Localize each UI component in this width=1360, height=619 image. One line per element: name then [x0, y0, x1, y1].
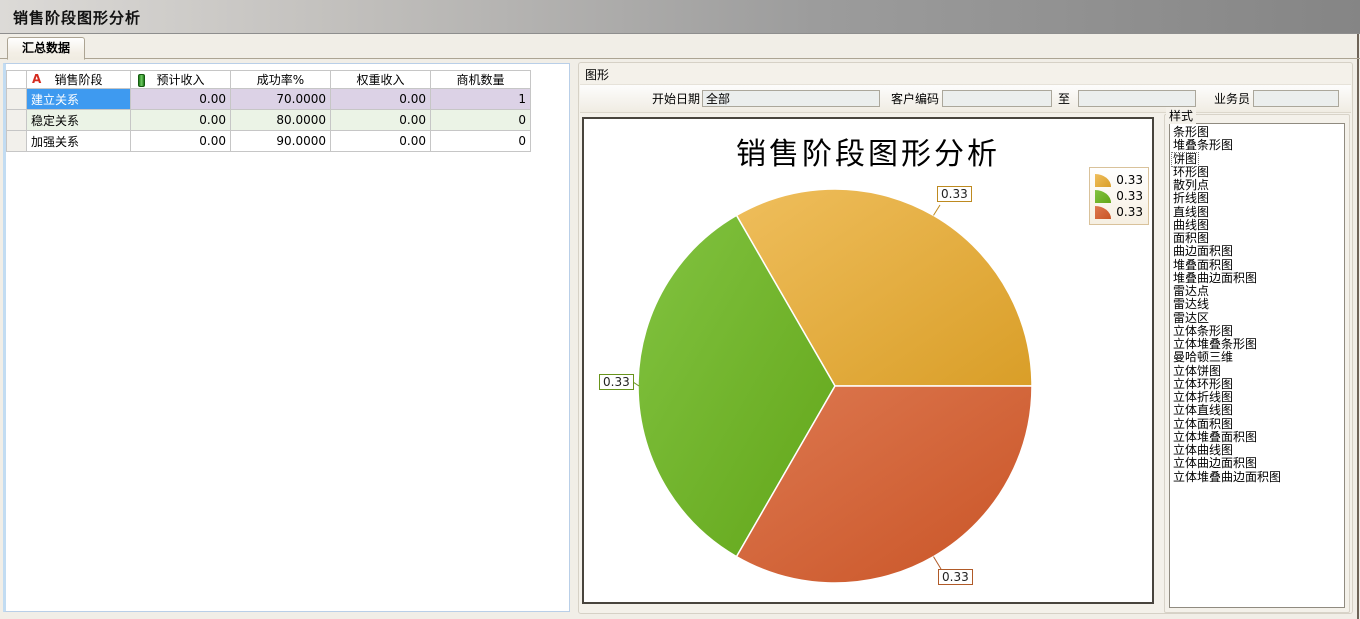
column-header-count[interactable]: 商机数量	[431, 71, 531, 89]
style-list-item[interactable]: 折线图	[1172, 192, 1210, 205]
style-list-item[interactable]: 面积图	[1172, 232, 1210, 245]
style-list-item[interactable]: 立体环形图	[1172, 378, 1234, 391]
app-window: { "window_title": "销售阶段图形分析", "tab": { "…	[0, 0, 1360, 619]
table-row: 加强关系 0.00 90.0000 0.00 0	[7, 131, 531, 152]
table-header-row: A 销售阶段 预计收入 成功率% 权重收入 商机数量	[7, 71, 531, 89]
legend-value: 0.33	[1116, 189, 1143, 203]
tabbar-divider	[0, 58, 1360, 59]
summary-grid-panel: A 销售阶段 预计收入 成功率% 权重收入 商机数量 建立关系 0.00 70.…	[3, 63, 570, 612]
style-list-item[interactable]: 立体直线图	[1172, 404, 1234, 417]
cell-stage[interactable]: 稳定关系	[27, 110, 131, 131]
column-header-label: 预计收入	[156, 73, 204, 87]
style-list-item[interactable]: 立体饼图	[1172, 365, 1222, 378]
style-list-item[interactable]: 立体曲边面积图	[1172, 457, 1258, 470]
style-list-item[interactable]: 条形图	[1172, 126, 1210, 139]
legend-row: 0.33	[1095, 204, 1143, 220]
styles-group: 样式 条形图堆叠条形图饼图环形图散列点折线图直线图曲线图面积图曲边面积图堆叠面积…	[1164, 107, 1350, 613]
chart-legend: 0.33 0.33 0.33	[1089, 167, 1149, 225]
style-list-item[interactable]: 曲线图	[1172, 219, 1210, 232]
cell-expected[interactable]: 0.00	[131, 89, 231, 110]
column-header-weighted[interactable]: 权重收入	[331, 71, 431, 89]
slice-label-green: 0.33	[599, 374, 634, 390]
pie-chart-area: 销售阶段图形分析 0.33 0.33 0.33 0.33 0.33 0.33	[582, 117, 1154, 604]
table-row: 建立关系 0.00 70.0000 0.00 1	[7, 89, 531, 110]
range-to-label: 至	[1058, 90, 1070, 107]
legend-value: 0.33	[1116, 173, 1143, 187]
cell-expected[interactable]: 0.00	[131, 110, 231, 131]
style-list-item[interactable]: 立体堆叠曲边面积图	[1172, 471, 1282, 484]
table-row: 稳定关系 0.00 80.0000 0.00 0	[7, 110, 531, 131]
legend-value: 0.33	[1116, 205, 1143, 219]
style-list-item[interactable]: 堆叠曲边面积图	[1172, 272, 1258, 285]
salesman-label: 业务员	[1210, 90, 1250, 107]
cell-weighted[interactable]: 0.00	[331, 89, 431, 110]
cell-stage-selected[interactable]: 建立关系	[27, 89, 131, 110]
cell-success[interactable]: 80.0000	[231, 110, 331, 131]
column-header-label: 销售阶段	[54, 73, 102, 87]
style-list-item[interactable]: 立体堆叠条形图	[1172, 338, 1258, 351]
green-bar-field-icon	[138, 74, 145, 87]
customer-code-to-input[interactable]	[1078, 90, 1196, 107]
style-list-item[interactable]: 环形图	[1172, 166, 1210, 179]
column-header-success[interactable]: 成功率%	[231, 71, 331, 89]
red-a-sort-icon: A	[32, 72, 41, 86]
style-list-item[interactable]: 曲边面积图	[1172, 245, 1234, 258]
row-selector-header[interactable]	[7, 71, 27, 89]
graph-group-label: 图形	[585, 66, 609, 83]
style-list-item[interactable]: 立体堆叠面积图	[1172, 431, 1258, 444]
legend-row: 0.33	[1095, 188, 1143, 204]
legend-swatch-green-icon	[1095, 190, 1111, 203]
cell-success[interactable]: 70.0000	[231, 89, 331, 110]
style-list-item[interactable]: 雷达线	[1172, 298, 1210, 311]
column-header-stage[interactable]: A 销售阶段	[27, 71, 131, 89]
style-list-item[interactable]: 堆叠条形图	[1172, 139, 1234, 152]
cell-weighted[interactable]: 0.00	[331, 131, 431, 152]
style-list-item[interactable]: 雷达点	[1172, 285, 1210, 298]
legend-row: 0.33	[1095, 172, 1143, 188]
row-selector[interactable]	[7, 89, 27, 110]
slice-label-orange: 0.33	[937, 186, 972, 202]
cell-count[interactable]: 0	[431, 110, 531, 131]
summary-table: A 销售阶段 预计收入 成功率% 权重收入 商机数量 建立关系 0.00 70.…	[6, 70, 531, 152]
row-selector[interactable]	[7, 110, 27, 131]
style-list-item[interactable]: 曼哈顿三维	[1172, 351, 1234, 364]
cell-weighted[interactable]: 0.00	[331, 110, 431, 131]
cell-expected[interactable]: 0.00	[131, 131, 231, 152]
style-list-item[interactable]: 立体面积图	[1172, 418, 1234, 431]
customer-code-input[interactable]	[942, 90, 1052, 107]
title-banner: 销售阶段图形分析	[0, 0, 1360, 34]
graph-group-panel: 图形 开始日期 客户编码 至 业务员 销售阶段图形分析 0.33 0.33 0.…	[578, 62, 1353, 614]
style-list-item[interactable]: 饼图	[1172, 153, 1198, 166]
cell-count[interactable]: 1	[431, 89, 531, 110]
column-header-label: 权重收入	[356, 73, 404, 87]
style-list-item[interactable]: 雷达区	[1172, 312, 1210, 325]
cell-count[interactable]: 0	[431, 131, 531, 152]
start-date-input[interactable]	[702, 90, 880, 107]
styles-group-label: 样式	[1166, 107, 1196, 124]
customer-code-label: 客户编码	[887, 90, 939, 107]
legend-swatch-orange-icon	[1095, 174, 1111, 187]
row-selector[interactable]	[7, 131, 27, 152]
tab-label: 汇总数据	[22, 41, 70, 55]
cell-stage[interactable]: 加强关系	[27, 131, 131, 152]
page-title: 销售阶段图形分析	[13, 7, 141, 28]
style-list-item[interactable]: 直线图	[1172, 206, 1210, 219]
column-header-expected[interactable]: 预计收入	[131, 71, 231, 89]
salesman-input[interactable]	[1253, 90, 1339, 107]
chart-style-listbox[interactable]: 条形图堆叠条形图饼图环形图散列点折线图直线图曲线图面积图曲边面积图堆叠面积图堆叠…	[1169, 123, 1345, 608]
legend-swatch-red-icon	[1095, 206, 1111, 219]
column-header-label: 商机数量	[456, 73, 504, 87]
cell-success[interactable]: 90.0000	[231, 131, 331, 152]
tab-summary-data[interactable]: 汇总数据	[7, 37, 85, 60]
pie-chart-svg	[584, 119, 1152, 602]
slice-label-red: 0.33	[938, 569, 973, 585]
start-date-label: 开始日期	[644, 90, 700, 107]
window-frame-edge	[1357, 34, 1359, 619]
column-header-label: 成功率%	[257, 73, 304, 87]
style-list-item[interactable]: 堆叠面积图	[1172, 259, 1234, 272]
style-list-item[interactable]: 立体条形图	[1172, 325, 1234, 338]
